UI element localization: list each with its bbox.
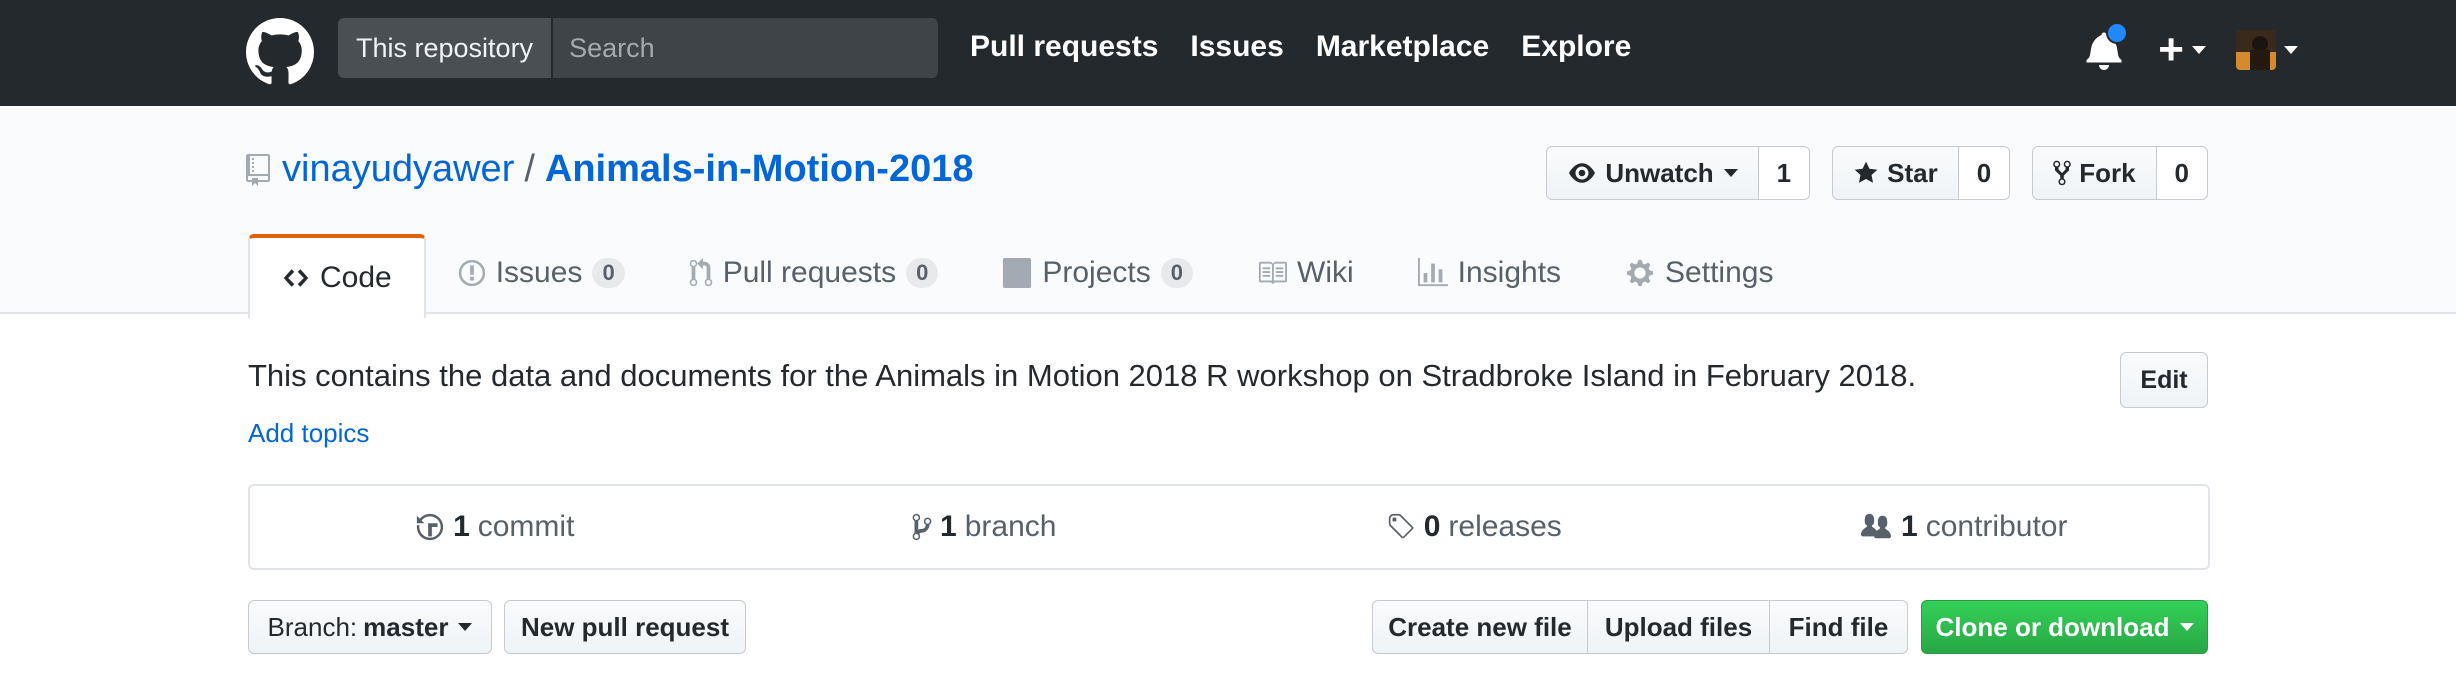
eye-icon	[1567, 160, 1605, 186]
nav-explore[interactable]: Explore	[1521, 30, 1631, 64]
star-label: Star	[1887, 157, 1938, 188]
contributors-summary[interactable]: 1 contributor	[1719, 510, 2209, 544]
branch-name: master	[363, 611, 449, 642]
nav-issues[interactable]: Issues	[1190, 30, 1283, 64]
watch-group: Unwatch 1	[1546, 146, 1811, 200]
pagehead-actions: Unwatch 1 Star 0 Fork 0	[1546, 146, 2208, 200]
avatar	[2236, 30, 2276, 70]
fork-icon	[2053, 159, 2079, 187]
upload-files-button[interactable]: Upload files	[1588, 600, 1770, 654]
add-topics-link[interactable]: Add topics	[248, 418, 369, 449]
tab-wiki[interactable]: Wiki	[1225, 234, 1386, 312]
repo-description: This contains the data and documents for…	[248, 358, 1917, 393]
pull-requests-counter: 0	[906, 258, 939, 288]
clone-or-download-button[interactable]: Clone or download	[1921, 600, 2208, 654]
fork-button[interactable]: Fork	[2032, 146, 2157, 200]
unwatch-button[interactable]: Unwatch	[1546, 146, 1759, 200]
notification-dot	[2106, 22, 2129, 44]
issues-counter: 0	[592, 258, 625, 288]
commits-summary[interactable]: 1 commit	[250, 510, 740, 544]
tab-settings[interactable]: Settings	[1593, 234, 1805, 312]
chevron-down-icon	[2192, 46, 2206, 54]
search-scope-label[interactable]: This repository	[338, 18, 554, 78]
tab-code[interactable]: Code	[248, 234, 426, 318]
projects-counter: 0	[1160, 258, 1193, 288]
tab-issues[interactable]: Issues 0	[426, 234, 657, 312]
releases-count: 0	[1423, 510, 1441, 543]
nav-pull-requests[interactable]: Pull requests	[970, 30, 1158, 64]
clone-label: Clone or download	[1935, 611, 2170, 642]
tab-label: Wiki	[1297, 256, 1354, 289]
repo-owner-link[interactable]: vinayudyawer	[282, 148, 514, 191]
tab-insights[interactable]: Insights	[1386, 234, 1593, 312]
project-icon	[1002, 258, 1042, 288]
star-group: Star 0	[1832, 146, 2011, 200]
repository-header: vinayudyawer / Animals-in-Motion-2018 Un…	[0, 106, 2456, 318]
watch-count[interactable]: 1	[1758, 146, 1811, 200]
create-new-file-button[interactable]: Create new file	[1372, 600, 1588, 654]
unwatch-label: Unwatch	[1605, 157, 1714, 188]
pull-request-icon	[689, 258, 723, 288]
tab-label: Settings	[1665, 256, 1774, 289]
repo-title: vinayudyawer / Animals-in-Motion-2018	[246, 148, 974, 191]
nav-marketplace[interactable]: Marketplace	[1316, 30, 1489, 64]
contributors-label: contributor	[1925, 510, 2068, 543]
contributors-count: 1	[1901, 510, 1918, 543]
chevron-down-icon	[2284, 46, 2298, 54]
branch-select-button[interactable]: Branch: master	[248, 600, 492, 654]
releases-summary[interactable]: 0 releases	[1229, 510, 1719, 544]
header-user-controls: +	[2086, 22, 2298, 74]
search-input[interactable]	[553, 18, 938, 78]
releases-label: releases	[1448, 510, 1562, 543]
tab-label: Pull requests	[722, 256, 897, 289]
chevron-down-icon	[1723, 169, 1738, 177]
tab-label: Issues	[495, 256, 583, 289]
book-icon	[1257, 258, 1297, 288]
github-logo-icon[interactable]	[246, 18, 314, 86]
new-pull-request-button[interactable]: New pull request	[504, 600, 746, 654]
tab-pull-requests[interactable]: Pull requests 0	[657, 234, 971, 312]
gear-icon	[1625, 258, 1665, 288]
history-icon	[415, 512, 453, 542]
global-header: This repository Pull requests Issues Mar…	[0, 0, 2456, 106]
commits-count: 1	[453, 510, 470, 543]
repo-nav: Code Issues 0 Pull requests 0 Projects 0	[248, 234, 1805, 318]
branches-label: branch	[964, 510, 1057, 543]
fork-label: Fork	[2079, 157, 2136, 188]
people-icon	[1859, 512, 1901, 542]
commits-label: commit	[477, 510, 575, 543]
star-count[interactable]: 0	[1958, 146, 2011, 200]
numbers-summary: 1 commit 1 branch 0 releases 1 contribut…	[248, 484, 2210, 570]
tab-projects[interactable]: Projects 0	[970, 234, 1225, 312]
tab-label: Code	[320, 261, 392, 294]
fork-group: Fork 0	[2032, 146, 2208, 200]
repo-icon	[246, 153, 270, 187]
edit-description-button[interactable]: Edit	[2120, 352, 2208, 408]
issue-icon	[458, 258, 496, 288]
chevron-down-icon	[458, 623, 473, 631]
user-menu[interactable]	[2236, 30, 2298, 70]
file-navigation: Branch: master New pull request Create n…	[248, 600, 2208, 658]
chevron-down-icon	[2179, 623, 2194, 631]
branch-icon	[912, 512, 940, 542]
branches-count: 1	[940, 510, 957, 543]
plus-icon: +	[2158, 25, 2184, 74]
code-icon	[282, 264, 320, 292]
tag-icon	[1386, 512, 1424, 542]
fork-count[interactable]: 0	[2156, 146, 2208, 200]
bell-icon[interactable]	[2086, 22, 2129, 70]
create-new-dropdown[interactable]: +	[2158, 25, 2206, 74]
search-form: This repository	[338, 18, 938, 78]
branches-summary[interactable]: 1 branch	[740, 510, 1230, 544]
graph-icon	[1417, 258, 1458, 288]
tab-label: Insights	[1457, 256, 1562, 289]
star-icon	[1853, 160, 1887, 186]
star-button[interactable]: Star	[1832, 146, 1959, 200]
repo-name-link[interactable]: Animals-in-Motion-2018	[545, 148, 974, 191]
path-separator: /	[524, 148, 535, 190]
header-nav: Pull requests Issues Marketplace Explore	[970, 30, 1631, 64]
find-file-button[interactable]: Find file	[1770, 600, 1908, 654]
tab-label: Projects	[1042, 256, 1151, 289]
branch-prefix: Branch:	[267, 611, 358, 642]
